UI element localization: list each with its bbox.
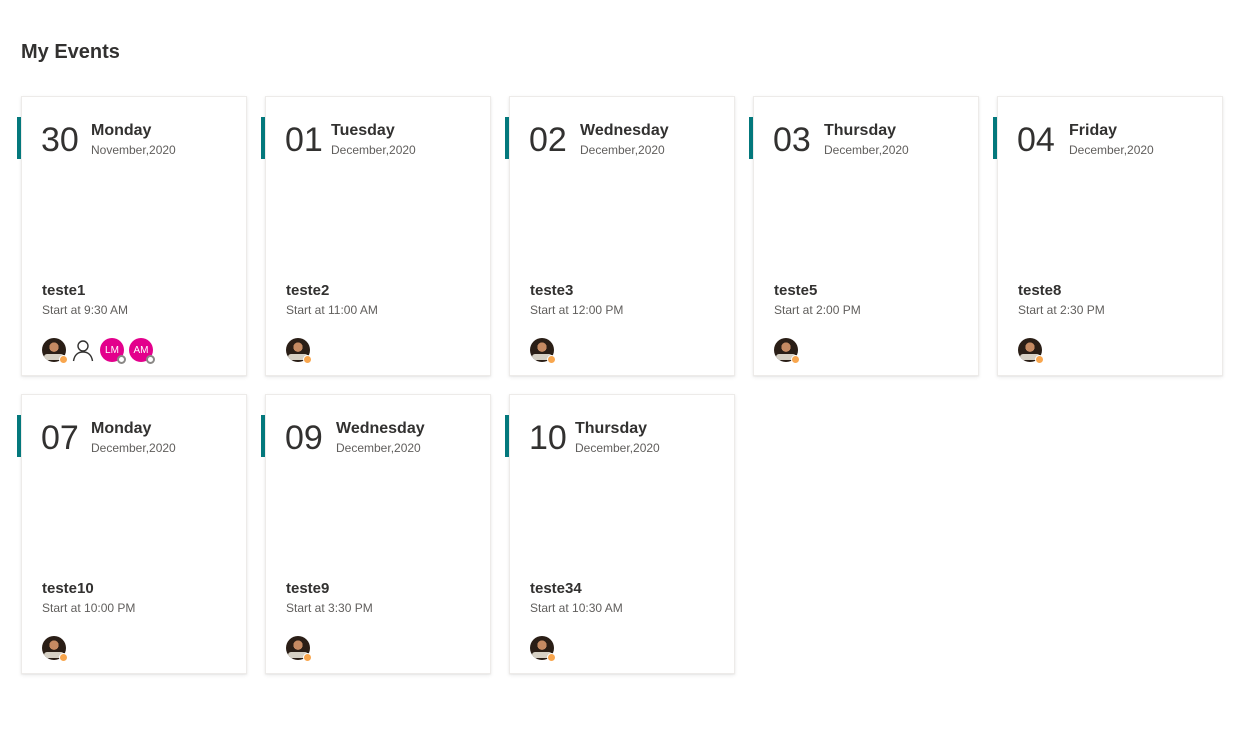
event-weekday: Monday — [91, 122, 152, 139]
event-day-number: 03 — [773, 121, 811, 159]
attendee-list — [1018, 337, 1047, 364]
event-start-time: Start at 2:30 PM — [1018, 303, 1105, 317]
date-accent-bar — [993, 117, 997, 159]
person-outline-icon — [72, 340, 94, 362]
event-title[interactable]: teste9 — [286, 580, 329, 597]
date-accent-bar — [261, 415, 265, 457]
attendee-list — [530, 337, 559, 364]
event-start-time: Start at 10:00 PM — [42, 601, 136, 615]
presence-away-icon — [791, 355, 800, 364]
event-title[interactable]: teste8 — [1018, 282, 1061, 299]
event-month-year: December,2020 — [336, 441, 421, 455]
event-month-year: December,2020 — [580, 143, 665, 157]
attendee-avatar[interactable] — [774, 338, 800, 364]
event-title[interactable]: teste3 — [530, 282, 573, 299]
event-weekday: Thursday — [575, 420, 648, 437]
presence-away-icon — [303, 653, 312, 662]
event-month-year: December,2020 — [91, 441, 176, 455]
event-day-number: 01 — [285, 121, 323, 159]
date-accent-bar — [505, 117, 509, 159]
event-title[interactable]: teste5 — [774, 282, 817, 299]
event-title[interactable]: teste2 — [286, 282, 329, 299]
attendee-avatar[interactable] — [42, 636, 68, 662]
presence-away-icon — [59, 653, 68, 662]
presence-away-icon — [59, 355, 68, 364]
event-title[interactable]: teste10 — [42, 580, 94, 597]
attendee-avatar[interactable]: AM — [129, 338, 155, 364]
attendee-list — [286, 635, 315, 662]
attendee-avatar[interactable] — [1018, 338, 1044, 364]
attendee-avatar[interactable] — [530, 636, 556, 662]
attendee-list — [774, 337, 803, 364]
page-title: My Events — [21, 41, 120, 63]
date-accent-bar — [17, 117, 21, 159]
date-accent-bar — [17, 415, 21, 457]
event-start-time: Start at 3:30 PM — [286, 601, 373, 615]
event-day-number: 04 — [1017, 121, 1055, 159]
attendee-list — [286, 337, 315, 364]
event-weekday: Thursday — [824, 122, 897, 139]
event-weekday: Wednesday — [336, 420, 425, 437]
event-weekday: Monday — [91, 420, 152, 437]
presence-away-icon — [303, 355, 312, 364]
date-accent-bar — [261, 117, 265, 159]
event-day-number: 09 — [285, 419, 323, 457]
presence-away-icon — [547, 653, 556, 662]
event-day-number: 10 — [529, 419, 567, 457]
event-card[interactable]: 03 Thursday December,2020 teste5 Start a… — [749, 96, 979, 376]
event-start-time: Start at 12:00 PM — [530, 303, 624, 317]
event-month-year: December,2020 — [824, 143, 909, 157]
event-card[interactable]: 10 Thursday December,2020 teste34 Start … — [505, 394, 735, 674]
event-day-number: 02 — [529, 121, 567, 159]
event-day-number: 30 — [41, 121, 79, 159]
event-card[interactable]: 02 Wednesday December,2020 teste3 Start … — [505, 96, 735, 376]
attendee-list — [530, 635, 559, 662]
event-weekday: Wednesday — [580, 122, 669, 139]
event-start-time: Start at 10:30 AM — [530, 601, 623, 615]
event-start-time: Start at 2:00 PM — [774, 303, 861, 317]
attendee-list — [42, 635, 71, 662]
event-card[interactable]: 30 Monday November,2020 teste1 Start at … — [17, 96, 247, 376]
event-weekday: Friday — [1069, 122, 1118, 139]
event-start-time: Start at 9:30 AM — [42, 303, 129, 317]
attendee-avatar[interactable] — [71, 338, 95, 362]
presence-offline-icon — [117, 355, 126, 364]
event-title[interactable]: teste34 — [530, 580, 582, 597]
attendee-avatar[interactable]: LM — [100, 338, 126, 364]
presence-away-icon — [1035, 355, 1044, 364]
date-accent-bar — [505, 415, 509, 457]
event-month-year: December,2020 — [331, 143, 416, 157]
presence-offline-icon — [146, 355, 155, 364]
presence-away-icon — [547, 355, 556, 364]
attendee-avatar[interactable] — [530, 338, 556, 364]
event-card[interactable]: 09 Wednesday December,2020 teste9 Start … — [261, 394, 491, 674]
event-title[interactable]: teste1 — [42, 282, 85, 299]
event-month-year: December,2020 — [575, 441, 660, 455]
attendee-avatar[interactable] — [286, 636, 312, 662]
attendee-avatar[interactable] — [42, 338, 68, 364]
attendee-avatar[interactable] — [286, 338, 312, 364]
event-day-number: 07 — [41, 419, 79, 457]
event-month-year: November,2020 — [91, 143, 176, 157]
event-card[interactable]: 04 Friday December,2020 teste8 Start at … — [993, 96, 1223, 376]
event-card[interactable]: 01 Tuesday December,2020 teste2 Start at… — [261, 96, 491, 376]
event-card[interactable]: 07 Monday December,2020 teste10 Start at… — [17, 394, 247, 674]
event-start-time: Start at 11:00 AM — [286, 303, 378, 317]
event-month-year: December,2020 — [1069, 143, 1154, 157]
attendee-list: LM AM — [42, 337, 158, 364]
date-accent-bar — [749, 117, 753, 159]
event-weekday: Tuesday — [331, 122, 395, 139]
